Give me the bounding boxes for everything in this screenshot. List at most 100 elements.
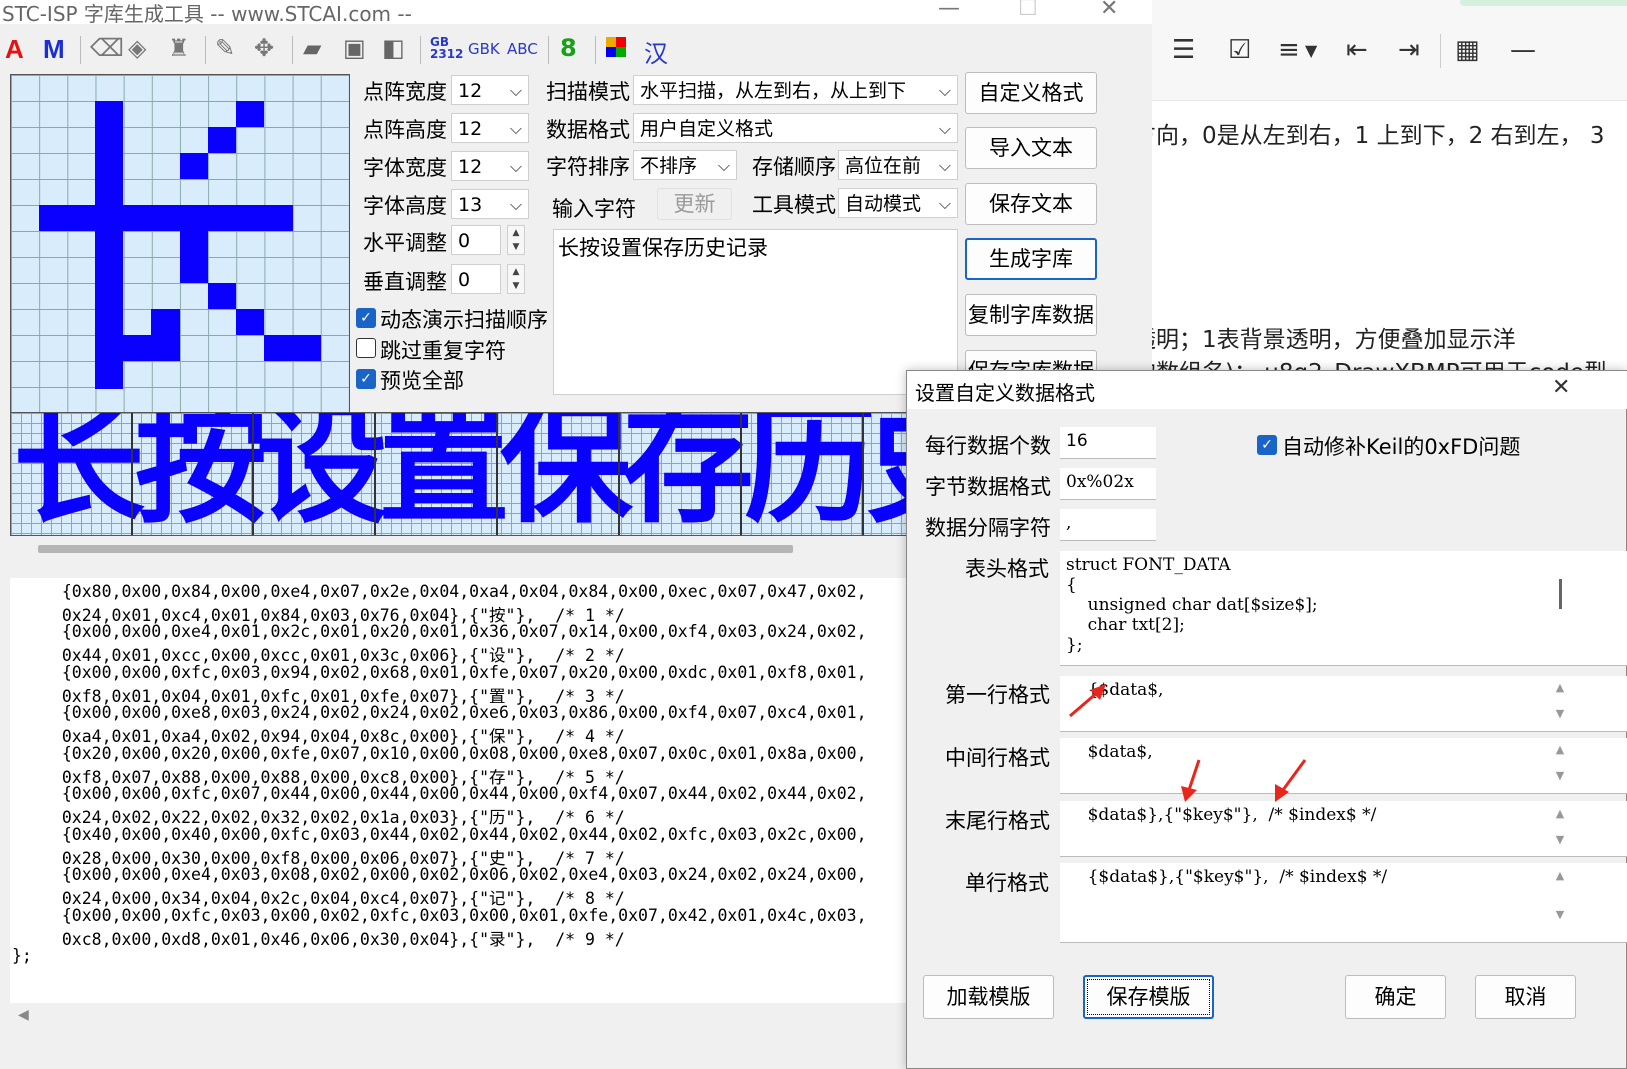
save-template-button[interactable]: 保存模版	[1083, 975, 1214, 1019]
font-height-select[interactable]: 13 ⌵	[451, 189, 529, 219]
h-adjust-input[interactable]: 0	[451, 225, 501, 255]
load-template-button[interactable]: 加载模版	[923, 975, 1054, 1019]
annotation-arrow-icon	[1069, 684, 1106, 718]
char-order-select[interactable]: 不排序 ⌵	[633, 150, 737, 180]
scroll-left-icon[interactable]: ◀	[18, 1007, 29, 1023]
dialog-close-button[interactable]: ✕	[1552, 375, 1570, 400]
header-scrollbar-thumb[interactable]	[1559, 579, 1562, 609]
eraser-icon[interactable]: ⌫	[90, 34, 124, 62]
open-icon[interactable]: ▰	[303, 34, 321, 62]
middle-line-textarea[interactable]: $data$,	[1060, 738, 1627, 794]
chevron-down-icon: ⌵	[938, 156, 951, 175]
save-icon[interactable]: ▣	[343, 34, 366, 62]
digit-8-icon[interactable]: 8	[560, 34, 577, 62]
editor-line: 不透明；1表背景透明，方便叠加显示洋	[1110, 327, 1516, 353]
code-line: {0x00,0x00,0xe4,0x01,0x2c,0x01,0x20,0x01…	[42, 622, 867, 641]
code-line: {0x00,0x00,0xe4,0x03,0x08,0x02,0x00,0x02…	[42, 865, 867, 884]
first-line-scroll[interactable]: ▲ ▼	[1552, 681, 1568, 720]
fill-icon[interactable]: ◈	[128, 34, 146, 62]
numbered-list-icon[interactable]: ☰	[1172, 35, 1195, 65]
glyph-strip-scrollbar[interactable]	[38, 545, 793, 553]
preview-all-label: 预览全部	[380, 369, 464, 393]
dot-height-select[interactable]: 12 ⌵	[451, 113, 529, 143]
color-grid-icon[interactable]	[606, 37, 626, 57]
middle-line-scroll[interactable]: ▲ ▼	[1552, 743, 1568, 782]
code-line: {0x80,0x00,0x84,0x00,0xe4,0x07,0x2e,0x04…	[42, 582, 867, 601]
glyph-stroke	[151, 309, 180, 335]
dot-height-value: 12	[458, 118, 483, 140]
glyph-divider	[374, 413, 376, 535]
per-line-input[interactable]: 16	[1060, 427, 1156, 459]
header-format-textarea[interactable]: struct FONT_DATA { unsigned char dat[$si…	[1060, 551, 1627, 666]
move-icon[interactable]: ✥	[254, 34, 274, 62]
chevron-down-icon[interactable]: ▼	[1305, 41, 1317, 60]
outdent-icon[interactable]: ⇤	[1346, 35, 1368, 65]
separator-input[interactable]: ,	[1060, 509, 1156, 541]
first-line-textarea[interactable]: {$data$,	[1060, 676, 1627, 732]
toolbar-divider	[80, 36, 81, 64]
han-icon[interactable]: 汉	[644, 34, 668, 69]
pencil-icon[interactable]: ✎	[215, 34, 235, 62]
char-order-value: 不排序	[640, 155, 698, 177]
code-line: {0x00,0x00,0xfc,0x07,0x44,0x00,0x44,0x00…	[42, 784, 867, 803]
gb2312-icon[interactable]: GB 2312	[430, 36, 463, 60]
ok-button[interactable]: 确定	[1345, 975, 1446, 1019]
horizontal-rule-icon[interactable]: —	[1510, 35, 1536, 65]
update-button[interactable]: 更新	[657, 188, 732, 220]
custom-format-dialog: 设置自定义数据格式 ✕ 每行数据个数 16 ✓ 自动修补Keil的0xFD问题 …	[906, 370, 1627, 1069]
custom-format-button[interactable]: 自定义格式	[965, 72, 1097, 114]
table-icon[interactable]: ▦	[1455, 35, 1480, 65]
gbk-icon[interactable]: GBK	[468, 40, 500, 58]
minimize-button[interactable]: —	[938, 0, 960, 21]
v-adjust-stepper[interactable]: ▲ ▼	[507, 264, 525, 294]
preview-all-checkbox[interactable]: ✓	[356, 369, 376, 389]
skip-dup-checkbox[interactable]	[356, 338, 376, 358]
separator-label: 数据分隔字符	[925, 516, 1051, 540]
indent-icon[interactable]: ⇥	[1398, 35, 1420, 65]
tool-mode-select[interactable]: 自动模式 ⌵	[838, 188, 958, 218]
h-adjust-stepper[interactable]: ▲ ▼	[507, 225, 525, 255]
checklist-icon[interactable]: ☑	[1228, 35, 1251, 65]
maximize-button[interactable]: ☐	[1018, 0, 1038, 21]
font-width-select[interactable]: 12 ⌵	[451, 151, 529, 181]
last-line-scroll[interactable]: ▲ ▼	[1552, 807, 1568, 846]
glyph-preview-grid[interactable]	[10, 74, 350, 414]
generate-font-button[interactable]: 生成字库	[965, 238, 1097, 280]
chevron-down-icon: ⌵	[509, 195, 522, 214]
glyph-preview-char: 历	[744, 412, 876, 536]
glyph-divider	[618, 413, 620, 535]
export-icon[interactable]: ◧	[382, 34, 405, 62]
glyph-divider	[252, 413, 254, 535]
font-a-icon[interactable]: A	[5, 34, 24, 65]
byte-format-input[interactable]: 0x%02x	[1060, 468, 1156, 500]
cancel-button[interactable]: 取消	[1475, 975, 1576, 1019]
animate-scan-checkbox[interactable]: ✓	[356, 308, 376, 328]
v-adjust-input[interactable]: 0	[451, 264, 501, 294]
chevron-down-icon: ⌵	[509, 119, 522, 138]
font-m-icon[interactable]: M	[43, 34, 65, 65]
last-line-textarea[interactable]: $data$},{"$key$"}, /* $index$ */	[1060, 801, 1627, 857]
store-order-select[interactable]: 高位在前 ⌵	[838, 150, 958, 180]
stamp-icon[interactable]: ♜	[168, 34, 190, 62]
input-chars-textarea[interactable]: 长按设置保存历史记录	[553, 229, 958, 395]
glyph-stroke	[208, 127, 236, 153]
scan-mode-select[interactable]: 水平扫描，从左到右，从上到下 ⌵	[633, 75, 958, 105]
save-text-button[interactable]: 保存文本	[965, 183, 1097, 225]
output-textarea[interactable]: {0x80,0x00,0x84,0x00,0xe4,0x07,0x2e,0x04…	[10, 578, 910, 1003]
keil-fix-checkbox[interactable]: ✓	[1257, 435, 1277, 455]
output-hscrollbar[interactable]: ◀	[0, 1005, 910, 1029]
glyph-preview-char: 保	[500, 412, 632, 536]
close-button[interactable]: ✕	[1100, 0, 1118, 21]
data-format-select[interactable]: 用户自定义格式 ⌵	[633, 113, 958, 143]
glyph-preview-char: 设	[256, 412, 388, 536]
import-text-button[interactable]: 导入文本	[965, 127, 1097, 169]
font-width-value: 12	[458, 156, 483, 178]
align-icon[interactable]: ≡	[1278, 35, 1300, 65]
abc-icon[interactable]: ABC	[507, 40, 538, 58]
dot-width-select[interactable]: 12 ⌵	[451, 75, 529, 105]
glyph-preview-char: 长	[13, 412, 145, 536]
single-line-scroll[interactable]: ▲ ▼	[1552, 869, 1568, 921]
single-line-textarea[interactable]: {$data$},{"$key$"}, /* $index$ */	[1060, 863, 1627, 943]
first-line-label: 第一行格式	[945, 683, 1050, 707]
copy-font-data-button[interactable]: 复制字库数据	[965, 294, 1097, 336]
